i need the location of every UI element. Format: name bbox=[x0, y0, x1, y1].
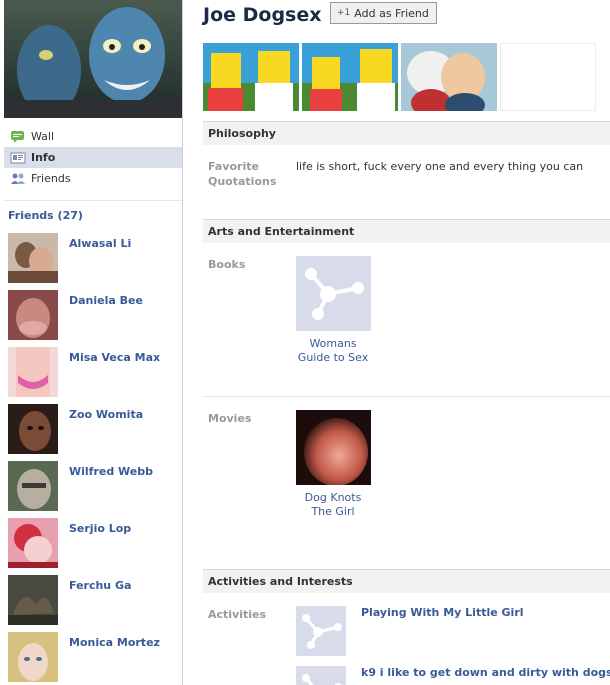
info-icon bbox=[10, 151, 26, 165]
activity-item[interactable]: Playing With My Little Girl bbox=[296, 606, 524, 656]
favorite-quotations-label: Favorite Quotations bbox=[208, 160, 277, 188]
friend-avatar[interactable] bbox=[8, 575, 58, 625]
friend-item[interactable]: Zoo Womita bbox=[8, 404, 180, 461]
add-friend-label: Add as Friend bbox=[354, 6, 429, 20]
movie-title[interactable]: Dog Knots The Girl bbox=[288, 491, 378, 519]
nav-item-wall[interactable]: Wall bbox=[4, 126, 182, 147]
activity-name[interactable]: k9 i like to get down and dirty with dog… bbox=[361, 666, 610, 679]
strip-photo[interactable] bbox=[401, 43, 497, 111]
friend-item[interactable]: Ferchu Ga bbox=[8, 575, 180, 632]
friend-avatar[interactable] bbox=[8, 632, 58, 682]
friend-name[interactable]: Daniela Bee bbox=[69, 294, 143, 307]
friend-avatar[interactable] bbox=[8, 347, 58, 397]
friend-name[interactable]: Monica Mortez bbox=[69, 636, 160, 649]
friend-name[interactable]: Alwasal Li bbox=[69, 237, 131, 250]
friend-item[interactable]: Alwasal Li bbox=[8, 233, 180, 290]
photo-strip bbox=[203, 43, 610, 111]
profile-nav: Wall Info Friends bbox=[4, 126, 182, 189]
profile-name: Joe Dogsex bbox=[203, 4, 322, 26]
section-divider bbox=[203, 396, 610, 397]
book-image[interactable] bbox=[295, 256, 371, 331]
friend-name[interactable]: Zoo Womita bbox=[69, 408, 143, 421]
friend-item[interactable]: Misa Veca Max bbox=[8, 347, 180, 404]
section-arts-header: Arts and Entertainment bbox=[203, 219, 610, 243]
section-philosophy-header: Philosophy bbox=[203, 121, 610, 145]
strip-photo[interactable] bbox=[302, 43, 398, 111]
nav-item-label: Info bbox=[31, 151, 56, 164]
friends-list: Alwasal Li Daniela Bee Misa Veca Max Zoo… bbox=[8, 233, 180, 685]
friend-item[interactable]: Wilfred Webb bbox=[8, 461, 180, 518]
nav-item-label: Wall bbox=[31, 130, 55, 143]
activity-item[interactable]: k9 i like to get down and dirty with dog… bbox=[296, 666, 610, 685]
friend-name[interactable]: Misa Veca Max bbox=[69, 351, 160, 364]
left-column: Wall Info Friends Friends (27) Alwasal L… bbox=[0, 0, 183, 685]
books-label: Books bbox=[208, 258, 246, 271]
nav-item-friends[interactable]: Friends bbox=[4, 168, 182, 189]
movie-image[interactable] bbox=[295, 410, 371, 485]
friends-heading[interactable]: Friends (27) bbox=[8, 209, 83, 222]
movie-tile[interactable]: Dog Knots The Girl bbox=[288, 410, 378, 519]
nav-item-info[interactable]: Info bbox=[4, 147, 182, 168]
friend-name[interactable]: Ferchu Ga bbox=[69, 579, 131, 592]
movies-label: Movies bbox=[208, 412, 252, 425]
add-friend-button[interactable]: +1 Add as Friend bbox=[330, 2, 437, 24]
friend-avatar[interactable] bbox=[8, 290, 58, 340]
section-activities-header: Activities and Interests bbox=[203, 569, 610, 593]
profile-header: Joe Dogsex +1 Add as Friend bbox=[203, 0, 610, 34]
friend-avatar[interactable] bbox=[8, 461, 58, 511]
activity-image[interactable] bbox=[296, 666, 346, 685]
friend-item[interactable]: Monica Mortez bbox=[8, 632, 180, 685]
friend-avatar[interactable] bbox=[8, 233, 58, 283]
friend-name[interactable]: Serjio Lop bbox=[69, 522, 131, 535]
strip-empty-slot bbox=[500, 43, 596, 111]
strip-photo[interactable] bbox=[203, 43, 299, 111]
activity-name[interactable]: Playing With My Little Girl bbox=[361, 606, 524, 619]
wall-icon bbox=[10, 130, 26, 144]
friend-avatar[interactable] bbox=[8, 404, 58, 454]
profile-picture[interactable] bbox=[4, 0, 182, 118]
friend-item[interactable]: Serjio Lop bbox=[8, 518, 180, 575]
friends-icon bbox=[10, 172, 26, 186]
nav-item-label: Friends bbox=[31, 172, 71, 185]
book-tile[interactable]: Womans Guide to Sex bbox=[288, 256, 378, 365]
book-title[interactable]: Womans Guide to Sex bbox=[288, 337, 378, 365]
activity-image[interactable] bbox=[296, 606, 346, 656]
activities-label: Activities bbox=[208, 608, 267, 621]
add-friend-icon: +1 bbox=[337, 8, 351, 18]
friend-name[interactable]: Wilfred Webb bbox=[69, 465, 153, 478]
friend-avatar[interactable] bbox=[8, 518, 58, 568]
favorite-quotations-value: life is short, fuck every one and every … bbox=[296, 160, 584, 173]
friend-item[interactable]: Daniela Bee bbox=[8, 290, 180, 347]
nav-divider bbox=[4, 200, 182, 201]
